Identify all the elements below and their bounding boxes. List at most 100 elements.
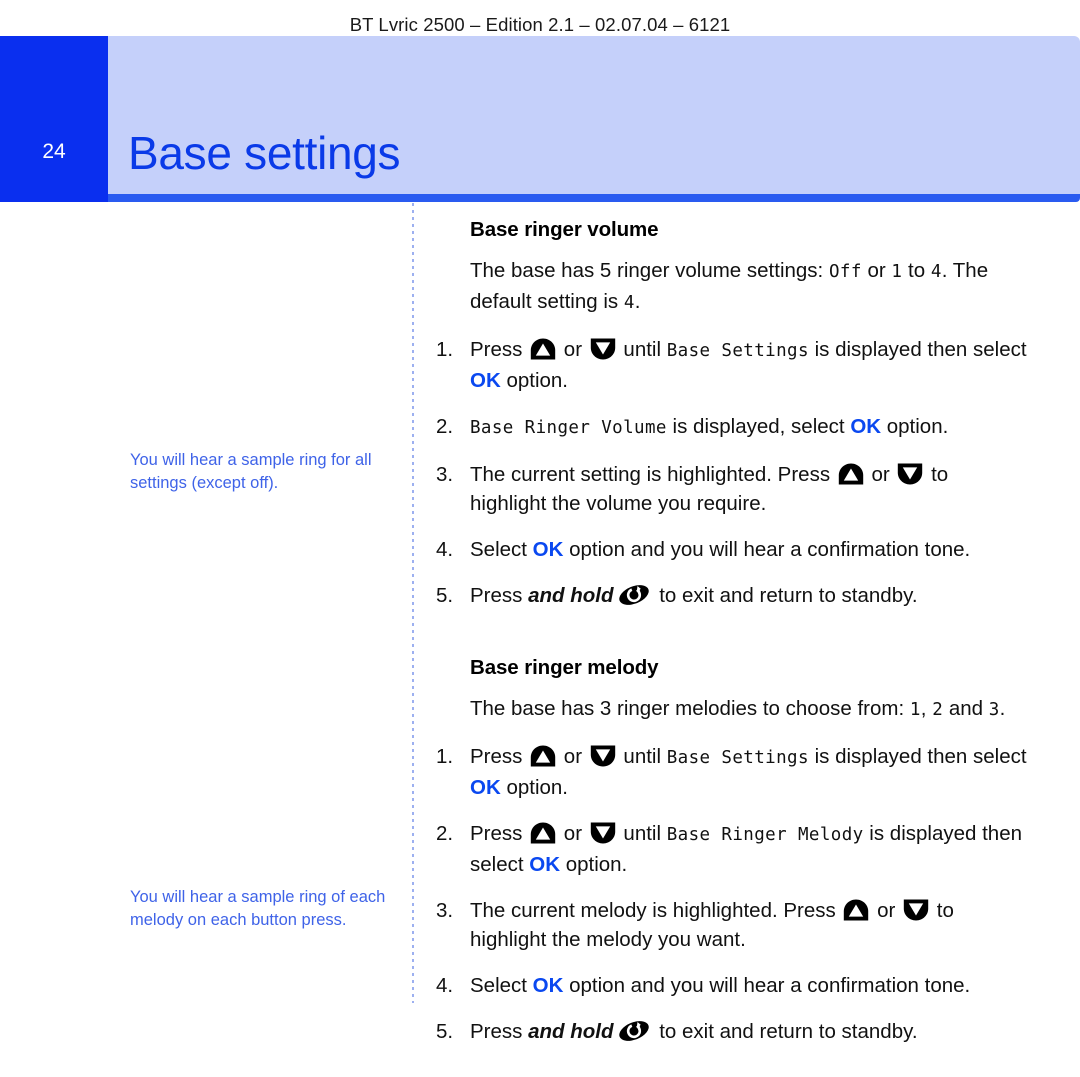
step-number: 2. xyxy=(436,415,454,438)
step-text: Select xyxy=(470,974,533,997)
page-title: Base settings xyxy=(128,127,401,179)
intro-text: The base has 3 ringer melodies to choose… xyxy=(470,697,910,720)
up-arrow-key-icon xyxy=(843,899,869,921)
step-text: or xyxy=(558,822,588,845)
down-arrow-key-icon xyxy=(590,822,616,844)
up-arrow-key-icon xyxy=(530,745,556,767)
lcd-menu-name: Base Ringer Volume xyxy=(470,418,667,438)
step-item: 4. Select OK option and you will hear a c… xyxy=(436,971,1030,1000)
end-call-key-icon xyxy=(617,582,651,608)
step-text: option. xyxy=(500,369,568,392)
step-text: or xyxy=(558,338,588,361)
step-text: Press xyxy=(470,745,529,768)
step-text: option. xyxy=(560,853,628,876)
main-content-column: Base ringer volume The base has 5 ringer… xyxy=(436,218,1036,1046)
step-number: 3. xyxy=(436,463,454,486)
step-number: 3. xyxy=(436,899,454,922)
step-item: 1. Press or until Base Settings is displa… xyxy=(436,335,1030,395)
lcd-value-off: Off xyxy=(828,262,862,282)
step-number: 5. xyxy=(436,1020,454,1043)
intro-text: The base has 5 ringer volume settings: xyxy=(470,259,829,282)
ok-softkey-label: OK xyxy=(470,369,501,392)
step-text: until xyxy=(617,338,667,361)
lcd-value-4: 4 xyxy=(930,262,942,282)
down-arrow-key-icon xyxy=(903,899,929,921)
step-text: Press xyxy=(470,584,529,607)
ok-softkey-label: OK xyxy=(532,974,564,997)
intro-paragraph-melody: The base has 3 ringer melodies to choose… xyxy=(470,694,1010,725)
section-heading-base-ringer-volume: Base ringer volume xyxy=(470,218,659,241)
step-text: until xyxy=(617,745,667,768)
up-arrow-key-icon xyxy=(530,822,556,844)
lcd-value-1: 1 xyxy=(891,262,903,282)
lcd-menu-name: Base Ringer Melody xyxy=(666,825,864,845)
ok-softkey-label: OK xyxy=(529,853,560,876)
end-call-key-icon xyxy=(617,1018,651,1044)
step-item: 3. The current setting is highlighted. Pr… xyxy=(436,460,1030,518)
up-arrow-key-icon xyxy=(530,338,556,360)
step-text: is displayed then select xyxy=(808,745,1027,768)
step-item: 1. Press or until Base Settings is displa… xyxy=(436,742,1030,802)
step-text: or xyxy=(871,899,902,922)
step-item: 3. The current melody is highlighted. Pre… xyxy=(436,896,1030,954)
step-item: 5. Press and hold to exit and return to s… xyxy=(436,581,1030,610)
step-text: Press xyxy=(470,822,529,845)
step-text: or xyxy=(865,463,896,486)
lcd-value-default-4: 4 xyxy=(623,293,635,313)
step-text: option and you will hear a confirmation … xyxy=(563,538,971,561)
ok-softkey-label: OK xyxy=(850,415,882,438)
step-text: or xyxy=(558,745,588,768)
down-arrow-key-icon xyxy=(590,745,616,767)
intro-text: , xyxy=(920,697,933,720)
steps-list-volume: 1. Press or until Base Settings is displa… xyxy=(436,335,1036,610)
step-item: 2. Press or until Base Ringer Melody is d… xyxy=(436,819,1030,879)
lcd-value-3: 3 xyxy=(988,700,1000,720)
lcd-menu-name: Base Settings xyxy=(666,748,809,768)
running-header: BT Lvric 2500 – Edition 2.1 – 02.07.04 –… xyxy=(349,14,731,35)
step-text: is displayed, select xyxy=(666,415,851,438)
step-text: to exit and return to standby. xyxy=(653,1020,918,1043)
down-arrow-key-icon xyxy=(897,463,923,485)
lcd-value-2: 2 xyxy=(932,700,944,720)
step-text: is displayed then select xyxy=(808,338,1027,361)
page-number-block xyxy=(0,36,108,202)
step-text: Press xyxy=(470,1020,529,1043)
side-note-ringer-melody: You will hear a sample ring of each melo… xyxy=(130,888,386,929)
down-arrow-key-icon xyxy=(590,338,616,360)
step-number: 5. xyxy=(436,584,454,607)
intro-text: and xyxy=(943,697,989,720)
step-text: until xyxy=(617,822,667,845)
steps-list-melody: 1. Press or until Base Settings is displa… xyxy=(436,742,1036,1046)
step-item: 5. Press and hold to exit and return to s… xyxy=(436,1017,1030,1046)
step-text: option and you will hear a confirmation … xyxy=(563,974,971,997)
step-item: 2. Base Ringer Volume is displayed, selec… xyxy=(436,412,1030,443)
lcd-value-1: 1 xyxy=(909,700,921,720)
title-underline xyxy=(108,194,1080,202)
step-text: to exit and return to standby. xyxy=(653,584,918,607)
step-number: 2. xyxy=(436,822,454,845)
lcd-menu-name: Base Settings xyxy=(666,341,809,361)
step-text: The current setting is highlighted. Pres… xyxy=(470,463,836,486)
up-arrow-key-icon xyxy=(838,463,864,485)
emphasis-and-hold: and hold xyxy=(528,1020,614,1043)
column-divider xyxy=(412,203,414,1003)
step-number: 4. xyxy=(436,538,454,561)
intro-text: . xyxy=(634,290,641,313)
step-text: Select xyxy=(470,538,533,561)
step-number: 1. xyxy=(436,338,454,361)
section-heading-base-ringer-melody: Base ringer melody xyxy=(470,656,659,679)
step-number: 4. xyxy=(436,974,454,997)
intro-text: to xyxy=(902,259,931,282)
step-text: Press xyxy=(470,338,529,361)
step-text: option. xyxy=(500,776,568,799)
intro-text: or xyxy=(861,259,892,282)
step-number: 1. xyxy=(436,745,454,768)
step-item: 4. Select OK option and you will hear a c… xyxy=(436,535,1030,564)
step-text: The current melody is highlighted. Press xyxy=(470,899,842,922)
step-text: option. xyxy=(881,415,949,438)
emphasis-and-hold: and hold xyxy=(528,584,614,607)
intro-text: . xyxy=(999,697,1006,720)
ok-softkey-label: OK xyxy=(470,776,501,799)
side-note-ringer-volume: You will hear a sample ring for all sett… xyxy=(130,451,372,492)
page-number: 24 xyxy=(42,140,66,163)
